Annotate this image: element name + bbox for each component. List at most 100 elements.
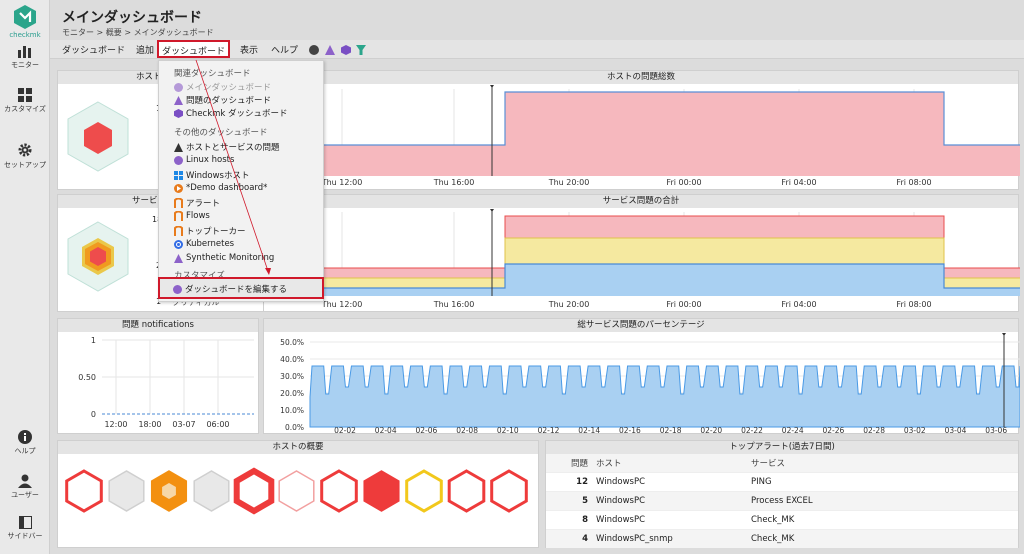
sidebar-item-monitor[interactable]: モニター <box>0 44 50 70</box>
host-hexagon[interactable] <box>65 469 103 513</box>
x-tick: 02-28 <box>863 426 885 434</box>
table-row[interactable]: 5 WindowsPC Process EXCEL <box>546 491 1018 511</box>
menu-view[interactable]: 表示 <box>238 43 260 56</box>
x-tick: 02-02 <box>334 426 356 434</box>
host-hexagon[interactable] <box>447 469 486 513</box>
menu-add[interactable]: 追加 <box>134 43 156 56</box>
col-header[interactable]: サービス <box>747 454 1018 473</box>
dd-item-label: Checkmk ダッシュボード <box>186 109 288 119</box>
dd-item-label: Kubernetes <box>186 239 235 249</box>
alert-service[interactable]: PING <box>747 472 1018 492</box>
alert-host[interactable]: WindowsPC <box>592 472 747 492</box>
x-tick: 02-12 <box>538 426 560 434</box>
host-hexagon[interactable] <box>320 469 358 513</box>
table-row[interactable]: 8 WindowsPC Check_MK <box>546 510 1018 530</box>
sidebar: checkmk モニター カスタマイズ セットアップ ヘルプ ユーザー サイドバ… <box>0 0 50 554</box>
x-tick: 02-16 <box>619 426 641 434</box>
col-header[interactable]: ホスト <box>592 454 747 473</box>
host-hexagon[interactable] <box>193 470 230 512</box>
dd-item-kubernetes[interactable]: Kubernetes <box>174 239 234 249</box>
alert-service[interactable]: Check_MK <box>747 510 1018 530</box>
x-tick: Thu 12:00 <box>321 300 363 309</box>
dd-item-label: 問題のダッシュボード <box>186 96 272 106</box>
dd-item-demo-dashboard[interactable]: *Demo dashboard* <box>174 183 267 193</box>
host-hexagon[interactable] <box>490 469 528 513</box>
host-hexagon[interactable] <box>233 467 275 515</box>
circle-icon[interactable] <box>309 45 319 55</box>
sidebar-item-sidebar[interactable]: サイドバー <box>0 516 50 541</box>
percent-chart: 50.0% 40.0% 30.0% 20.0% 10.0% 0.0% 02-02… <box>280 333 1021 435</box>
col-header[interactable]: 問題 <box>546 454 592 473</box>
dd-item-edit-row: ダッシュボードを編集する <box>173 283 287 295</box>
service-problems-chart: Thu 12:00 Thu 16:00 Thu 20:00 Fri 00:00 … <box>321 209 1020 309</box>
alert-service[interactable]: Process EXCEL <box>747 491 1018 511</box>
x-tick: Thu 12:00 <box>321 178 363 187</box>
dd-item-label: トップトーカー <box>186 227 246 237</box>
x-tick: 02-04 <box>375 426 397 434</box>
hexagon-icon[interactable] <box>341 45 351 55</box>
x-tick: Fri 00:00 <box>666 300 701 309</box>
alert-service[interactable]: Check_MK <box>747 529 1018 548</box>
x-tick: 06:00 <box>206 420 229 429</box>
sidebar-item-label: ヘルプ <box>14 447 36 455</box>
alert-host[interactable]: WindowsPC <box>592 510 747 530</box>
x-tick: Fri 08:00 <box>896 178 931 187</box>
dd-item-linux-hosts[interactable]: Linux hosts <box>174 155 234 165</box>
breadcrumb[interactable]: モニター > 概要 > メインダッシュボード <box>62 27 214 38</box>
host-hexagon[interactable] <box>278 470 315 512</box>
host-hexagon[interactable] <box>363 470 400 512</box>
dd-item-label: ダッシュボードを編集する <box>185 285 288 295</box>
host-hexagon[interactable] <box>405 469 443 513</box>
host-overview-hexes[interactable] <box>58 454 540 548</box>
x-tick: Thu 16:00 <box>433 178 475 187</box>
host-hexagon[interactable] <box>108 470 145 512</box>
x-tick: 18:00 <box>138 420 161 429</box>
dd-item-alerts[interactable]: アラート <box>174 197 220 209</box>
dd-item-synthetic-monitoring[interactable]: Synthetic Monitoring <box>174 253 274 263</box>
dd-item-host-service-problems[interactable]: ホストとサービスの問題 <box>174 141 280 153</box>
dd-item-windows-hosts[interactable]: Windowsホスト <box>174 169 249 181</box>
filter-icon[interactable] <box>356 45 366 55</box>
user-icon <box>18 474 32 488</box>
sidebar-item-setup[interactable]: セットアップ <box>0 142 50 170</box>
checkmk-logo[interactable]: checkmk <box>0 4 50 39</box>
dd-item-top-talkers[interactable]: トップトーカー <box>174 225 246 237</box>
table-row[interactable]: 12 WindowsPC PING <box>546 472 1018 492</box>
sidebar-item-label: セットアップ <box>4 161 46 169</box>
x-tick: 03-02 <box>904 426 926 434</box>
menu-help[interactable]: ヘルプ <box>269 43 300 56</box>
edit-dashboard-icon <box>173 284 182 294</box>
dashboard-icon <box>174 82 183 92</box>
dd-item-problems-dashboard[interactable]: 問題のダッシュボード <box>174 94 271 106</box>
x-tick: 02-10 <box>497 426 519 434</box>
alert-host[interactable]: WindowsPC <box>592 491 747 511</box>
dd-item-main-dashboard[interactable]: メインダッシュボード <box>174 81 271 93</box>
dd-item-label: アラート <box>186 199 221 209</box>
notifications-chart: 1 0.50 0 12:00 18:00 03-07 06:00 <box>78 336 254 429</box>
table-row[interactable]: 4 WindowsPC_snmp Check_MK <box>546 529 1018 548</box>
dd-item-checkmk-dashboard[interactable]: Checkmk ダッシュボード <box>174 107 288 119</box>
dd-item-label: Linux hosts <box>186 155 235 165</box>
y-tick: 0.0% <box>285 423 304 432</box>
host-problems-panel: ホストの問題総数 Thu 12:00 Thu 16:00 Thu 20:00 F… <box>263 70 1020 190</box>
dashboard-dropdown: 関連ダッシュボード メインダッシュボード 問題のダッシュボード Checkmk … <box>158 60 324 302</box>
x-tick: Fri 04:00 <box>781 300 816 309</box>
ntop-icon <box>174 198 183 208</box>
alert-count: 4 <box>546 529 592 548</box>
menu-dashboard[interactable]: ダッシュボード <box>60 43 127 56</box>
logo-text: checkmk <box>9 31 41 39</box>
x-tick: 03-06 <box>985 426 1007 434</box>
sidebar-item-help[interactable]: ヘルプ <box>0 430 50 456</box>
menu-dashboard-active[interactable]: ダッシュボード <box>157 40 231 58</box>
alert-host[interactable]: WindowsPC_snmp <box>592 529 747 548</box>
sidebar-item-user[interactable]: ユーザー <box>0 474 50 500</box>
x-tick: 02-22 <box>741 426 763 434</box>
sidebar-item-customize[interactable]: カスタマイズ <box>0 88 50 114</box>
sidebar-item-label: サイドバー <box>7 532 43 540</box>
x-tick: 12:00 <box>104 420 127 429</box>
dd-item-edit-dashboard[interactable]: ダッシュボードを編集する <box>158 277 324 299</box>
dd-item-flows[interactable]: Flows <box>174 211 210 221</box>
play-icon <box>174 183 183 193</box>
linux-icon <box>174 155 183 165</box>
triangle-icon[interactable] <box>325 45 335 55</box>
